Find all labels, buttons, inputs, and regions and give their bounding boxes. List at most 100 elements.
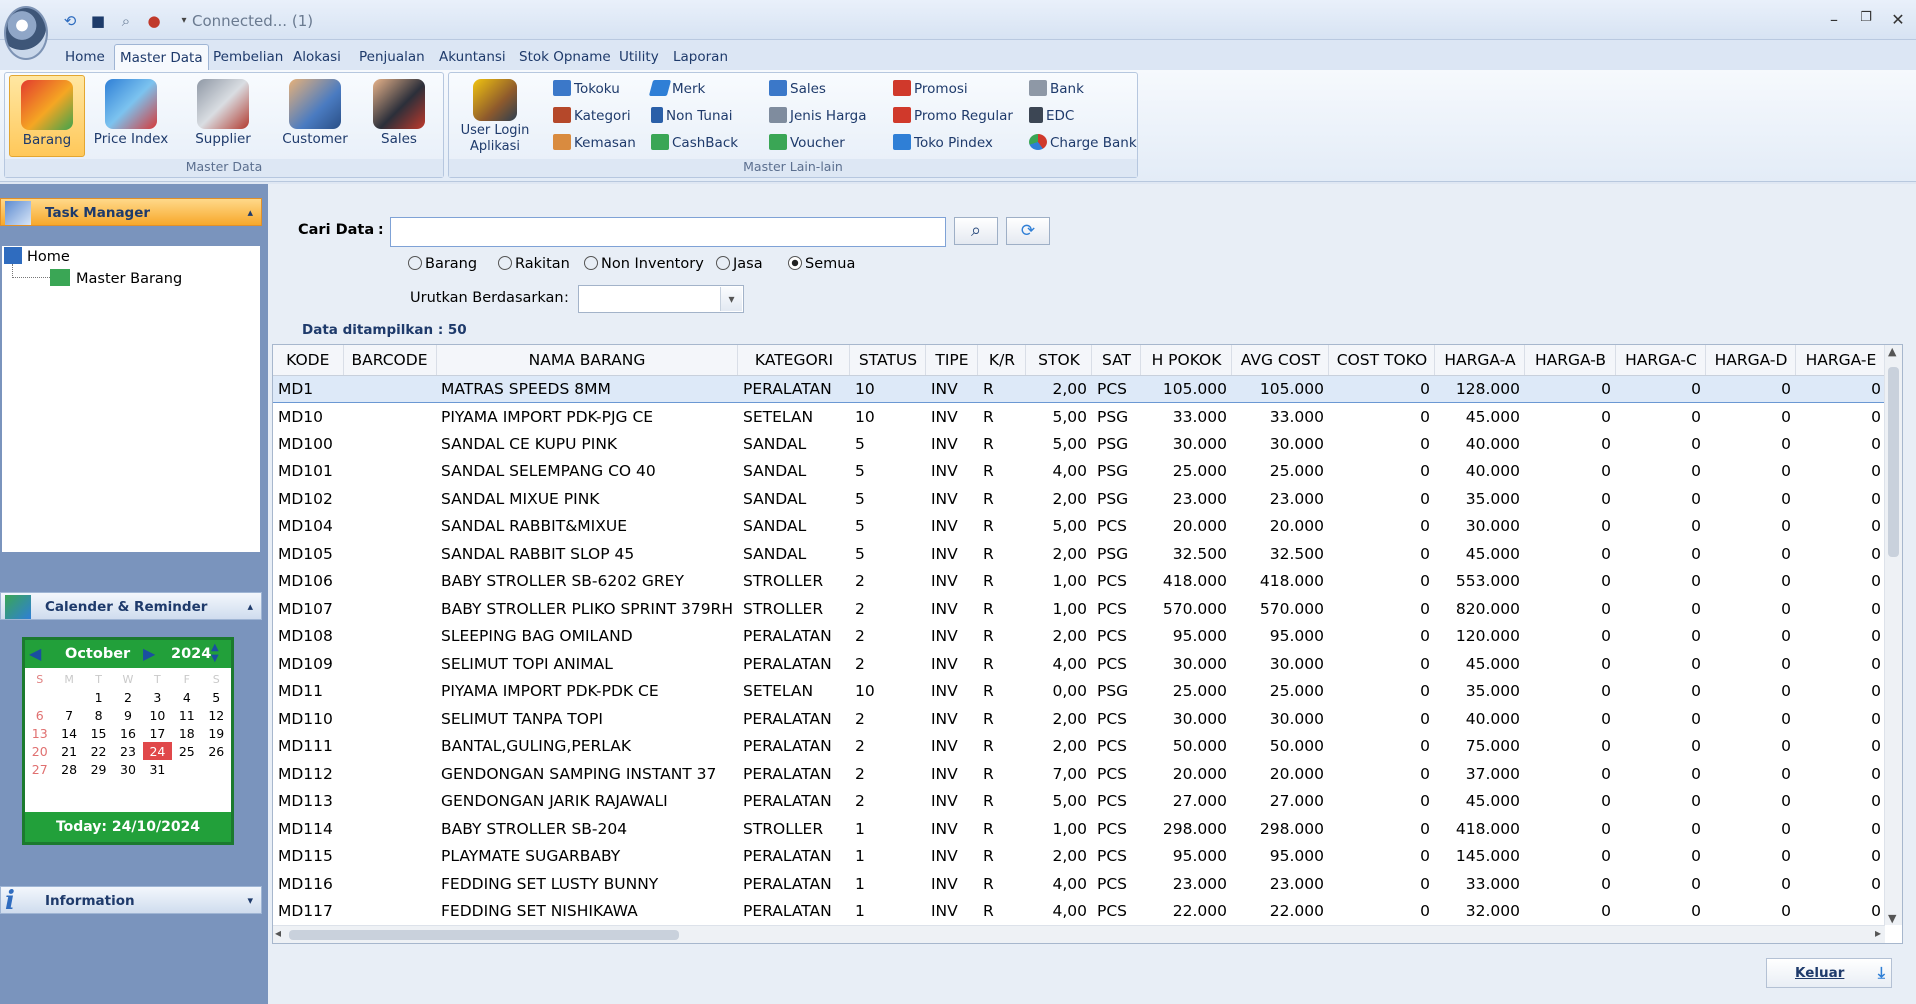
tab-utility[interactable]: Utility [614, 44, 664, 70]
calendar-day[interactable]: 29 [84, 760, 113, 778]
table-row[interactable]: MD11 PIYAMA IMPORT PDK-PDK CE SETELAN 10 INV… [273, 678, 1886, 706]
calendar-day[interactable]: 9 [113, 706, 142, 724]
user-login-button[interactable]: User Login Aplikasi [453, 75, 537, 157]
supplier-button[interactable]: Supplier [185, 75, 261, 157]
search-button[interactable]: ⌕ [954, 217, 998, 245]
calendar-day[interactable]: 30 [113, 760, 142, 778]
calendar-day[interactable]: 3 [143, 688, 172, 706]
column-header[interactable]: HARGA-A [1434, 345, 1526, 376]
calendar-day[interactable]: 31 [143, 760, 172, 778]
collapse-icon[interactable]: ▴ [247, 593, 253, 621]
year-spin-icon[interactable]: ▲ ▼ [211, 642, 219, 664]
calendar-day[interactable]: 2 [113, 688, 142, 706]
print-preview-icon[interactable]: ⌕ [116, 11, 136, 31]
table-row[interactable]: MD113 GENDONGAN JARIK RAJAWALI PERALATAN 2 I… [273, 788, 1886, 816]
tree-master-barang[interactable]: Master Barang [50, 269, 182, 287]
scroll-right-icon[interactable]: ▸ [1875, 926, 1881, 940]
calendar-header[interactable]: Calender & Reminder ▴ [0, 592, 262, 620]
calendar-day[interactable]: 13 [25, 724, 54, 742]
charge-bank-button[interactable]: Charge Bank [1029, 131, 1137, 155]
app-menu-orb-icon[interactable] [4, 6, 48, 60]
calendar-day[interactable]: 21 [54, 742, 83, 760]
vertical-scroll-thumb[interactable] [1888, 367, 1899, 557]
table-row[interactable]: MD105 SANDAL RABBIT SLOP 45 SANDAL 5 INV R 2,0… [273, 540, 1886, 568]
calendar-day[interactable]: 10 [143, 706, 172, 724]
calendar-day[interactable]: 24 [142, 742, 173, 760]
calendar-today[interactable]: Today: 24/10/2024 [25, 812, 231, 842]
column-header[interactable]: HARGA-C [1615, 345, 1707, 376]
filter-non-inventory[interactable]: Non Inventory [584, 256, 704, 272]
tab-pembelian[interactable]: Pembelian [208, 44, 288, 70]
column-header[interactable]: KODE [273, 345, 344, 376]
calendar-day[interactable]: 4 [172, 688, 201, 706]
keluar-button[interactable]: Keluar ⤓ [1766, 958, 1892, 988]
scroll-up-icon[interactable]: ▲ [1888, 345, 1896, 358]
column-header[interactable]: STATUS [849, 345, 927, 376]
toko-pindex-button[interactable]: Toko Pindex [893, 131, 993, 155]
kategori-button[interactable]: Kategori [553, 104, 631, 128]
barang-button[interactable]: Barang [9, 75, 85, 157]
collapse-icon[interactable]: ▴ [247, 199, 253, 227]
column-header[interactable]: K/R [977, 345, 1027, 376]
column-header[interactable]: COST TOKO [1328, 345, 1436, 376]
calendar-day[interactable]: 15 [84, 724, 113, 742]
calendar-day[interactable]: 27 [25, 760, 54, 778]
vertical-scrollbar[interactable]: ▲ ▼ [1884, 345, 1902, 925]
column-header[interactable]: STOK [1025, 345, 1093, 376]
refresh-button[interactable]: ⟳ [1006, 217, 1050, 245]
calendar-day[interactable]: 12 [202, 706, 231, 724]
close-button[interactable]: ✕ [1886, 10, 1910, 30]
calendar-day[interactable]: 25 [172, 742, 201, 760]
price-index-button[interactable]: Price Index [93, 75, 169, 157]
tab-laporan[interactable]: Laporan [668, 44, 733, 70]
tab-penjualan[interactable]: Penjualan [354, 44, 430, 70]
information-header[interactable]: i Information ▾ [0, 886, 262, 914]
table-row[interactable]: MD100 SANDAL CE KUPU PINK SANDAL 5 INV R 5,00 P… [273, 430, 1886, 458]
tab-home[interactable]: Home [60, 44, 110, 70]
non-tunai-button[interactable]: Non Tunai [651, 104, 733, 128]
table-row[interactable]: MD106 BABY STROLLER SB-6202 GREY STROLLER 2… [273, 568, 1886, 596]
calendar-day[interactable]: 14 [54, 724, 83, 742]
calendar-day[interactable]: 18 [172, 724, 201, 742]
kemasan-button[interactable]: Kemasan [553, 131, 636, 155]
calendar-day[interactable]: 26 [202, 742, 231, 760]
table-row[interactable]: MD115 PLAYMATE SUGARBABY PERALATAN 1 INV R 2,0… [273, 843, 1886, 871]
horizontal-scrollbar[interactable]: ◂ ▸ [273, 925, 1885, 943]
calendar-day[interactable]: 19 [202, 724, 231, 742]
calendar-day[interactable]: 20 [25, 742, 54, 760]
table-row[interactable]: MD111 BANTAL,GULING,PERLAK PERALATAN 2 INV R 2… [273, 733, 1886, 761]
column-header[interactable]: AVG COST [1231, 345, 1330, 376]
tab-master-data[interactable]: Master Data [114, 44, 209, 70]
table-row[interactable]: MD1 MATRAS SPEEDS 8MM PERALATAN 10 INV R 2,00 P… [273, 374, 1886, 403]
sort-select[interactable]: ▾ [578, 285, 744, 313]
scroll-left-icon[interactable]: ◂ [275, 926, 281, 940]
customer-button[interactable]: Customer [277, 75, 353, 157]
filter-semua[interactable]: Semua [788, 256, 855, 272]
filter-jasa[interactable]: Jasa [716, 256, 763, 272]
chevron-down-icon[interactable]: ▾ [720, 287, 742, 311]
voucher-button[interactable]: Voucher [769, 131, 845, 155]
calendar-day[interactable]: 22 [84, 742, 113, 760]
horizontal-scroll-thumb[interactable] [289, 930, 679, 940]
column-header[interactable]: SAT [1091, 345, 1142, 376]
task-manager-header[interactable]: Task Manager ▴ [0, 198, 262, 226]
expand-icon[interactable]: ▾ [247, 887, 253, 915]
bank-button[interactable]: Bank [1029, 77, 1084, 101]
save-icon[interactable]: ■ [88, 11, 108, 31]
search-input[interactable] [390, 217, 946, 247]
column-header[interactable]: NAMA BARANG [436, 345, 739, 376]
table-row[interactable]: MD109 SELIMUT TOPI ANIMAL PERALATAN 2 INV R 4,… [273, 650, 1886, 678]
calendar-day[interactable]: 17 [143, 724, 172, 742]
refresh-icon[interactable]: ⟲ [60, 11, 80, 31]
column-header[interactable]: H POKOK [1140, 345, 1233, 376]
calendar-day[interactable]: 28 [54, 760, 83, 778]
tab-stok-opname[interactable]: Stok Opname [514, 44, 616, 70]
table-row[interactable]: MD116 FEDDING SET LUSTY BUNNY PERALATAN 1 IN… [273, 870, 1886, 898]
calendar-day[interactable]: 16 [113, 724, 142, 742]
calendar-day[interactable]: 7 [54, 706, 83, 724]
tab-alokasi[interactable]: Alokasi [288, 44, 346, 70]
table-row[interactable]: MD110 SELIMUT TANPA TOPI PERALATAN 2 INV R 2,0… [273, 705, 1886, 733]
table-row[interactable]: MD104 SANDAL RABBIT&MIXUE SANDAL 5 INV R 5,00 P… [273, 513, 1886, 541]
column-header[interactable]: KATEGORI [737, 345, 851, 376]
column-header[interactable]: HARGA-E [1795, 345, 1887, 376]
